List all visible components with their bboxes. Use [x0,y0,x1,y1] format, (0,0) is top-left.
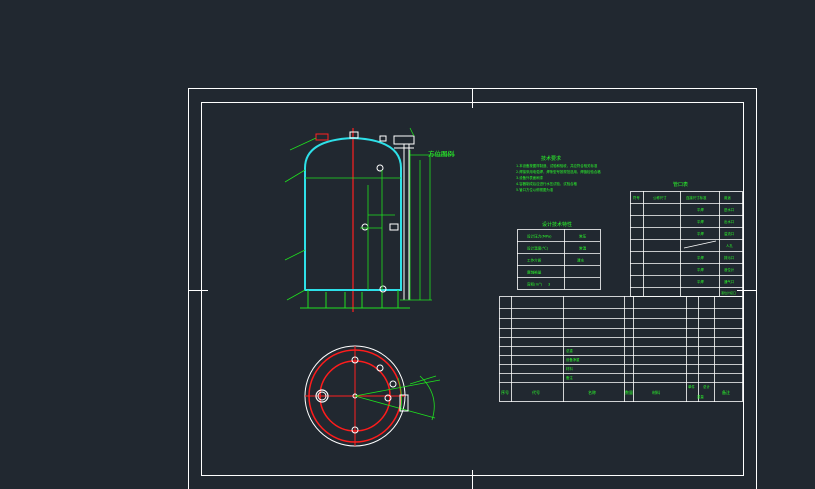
nozzle-row-3-standard: 平焊 [697,231,704,236]
spec-title: 设计技术特性 [542,221,572,228]
nozzle-row-5-standard: 平焊 [697,255,704,260]
nozzle-row-8-purpose: 液位计接口 [721,290,736,295]
spec-row-2-value: 常温 [579,246,587,251]
spec-row-2-label: 设计温度(℃) [527,246,549,251]
notes-line-1: 1.本设备按图样制造、试验和验收，并应符合相关标准 [516,163,598,168]
nozzle-row-1-purpose: 进水口 [724,207,734,212]
nozzle-header-standard: 连接尺寸标准 [686,195,707,200]
cad-drawing-canvas: 方位图例 技术要求 1.本设备按图样制造、试验和验收，并应符合相关标准 2.焊接… [0,0,815,489]
bom-header-no: 序号 [501,389,509,395]
bom-label-net-weight: 设备净重 [566,357,580,362]
bom-header-qty: 数量 [625,389,633,395]
notes-line-4: 4.容器制成后应进行水压试验，试验合格 [516,181,577,186]
nozzle-header-purpose: 用途 [724,195,731,200]
spec-row-5-label: 容积(m³) [527,282,543,287]
nozzle-row-5-purpose: 排污口 [724,255,734,260]
nozzle-title: 管口表 [673,181,688,188]
nozzle-header-symbol: 符号 [633,195,640,200]
bom-label-remarks: 备注 [566,375,573,380]
bom-header-remarks: 备注 [722,389,730,395]
bom-header-weight: 重量 [697,394,704,399]
bom-header-unit: 单件 [688,384,695,389]
bom-label-material: 材料 [566,366,573,371]
nozzle-row-7-standard: 平焊 [697,279,704,284]
nozzle-row-6-standard: 平焊 [697,267,704,272]
notes-line-3: 3.设备外表面刷漆 [516,175,544,180]
notes-line-2: 2.焊接采用电弧焊，焊条型号按规范选用，焊缝检验合格 [516,169,601,174]
spec-row-1-value: 常压 [579,234,587,239]
nozzle-row-2-standard: 平焊 [697,219,704,224]
bom-header-material: 材料 [652,389,660,395]
nozzle-row-2-purpose: 出水口 [724,219,734,224]
spec-row-1-label: 设计压力(MPa) [527,234,552,239]
view-label-side: 方位图例 [428,149,454,158]
notes-title: 技术要求 [541,155,561,162]
bom-header-total: 总计 [703,384,710,389]
bom-header-code: 代号 [532,389,540,395]
model-space-background [0,0,815,489]
nozzle-row-7-purpose: 通气口 [724,279,734,284]
spec-row-3-value: 清水 [577,258,585,263]
spec-row-4-label: 腐蚀裕量 [527,270,542,275]
notes-line-5: 5.管口方位以俯视图为准 [516,187,554,192]
bom-label-total-weight: 总重 [566,348,573,353]
nozzle-row-4-purpose: 人孔 [726,243,733,248]
bom-header-name: 名称 [588,389,596,395]
spec-row-5-value: 3 [548,283,550,287]
spec-row-3-label: 工作介质 [527,258,542,263]
nozzle-row-6-purpose: 液位计 [724,267,735,272]
nozzle-header-size: 公称尺寸 [653,195,667,200]
nozzle-row-3-purpose: 溢流口 [724,231,734,236]
nozzle-row-1-standard: 平焊 [697,207,704,212]
